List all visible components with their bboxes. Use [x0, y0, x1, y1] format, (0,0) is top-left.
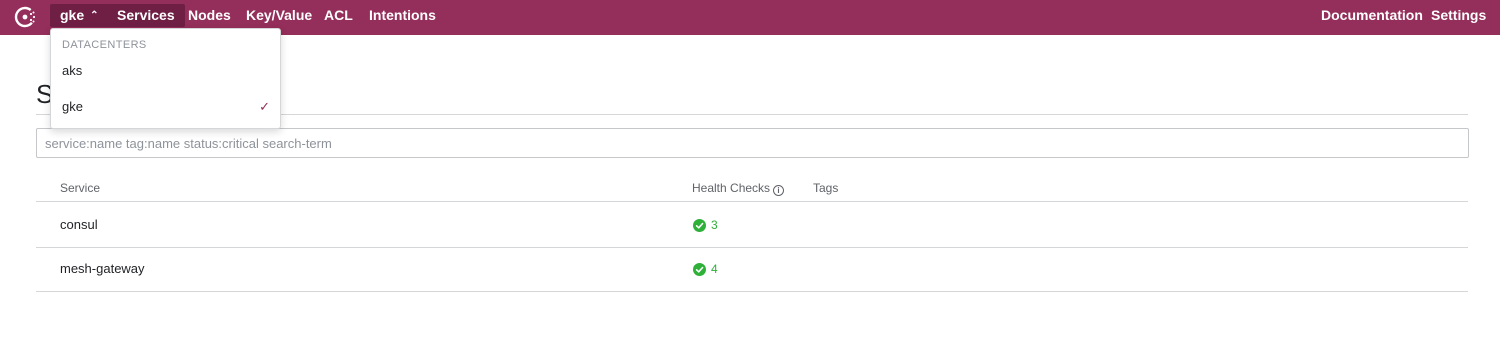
column-header-health-label: Health Checks: [692, 181, 771, 195]
nav-item-acl[interactable]: ACL: [324, 4, 353, 27]
health-checks-count: 3: [711, 218, 718, 232]
nav-item-intentions[interactable]: Intentions: [369, 4, 436, 27]
table-row[interactable]: consul 3: [36, 204, 1468, 247]
datacenter-option-label: gke: [62, 99, 83, 114]
service-name[interactable]: consul: [60, 217, 98, 232]
nav-item-key-value[interactable]: Key/Value: [246, 4, 312, 27]
health-checks-count: 4: [711, 262, 718, 276]
column-header-tags[interactable]: Tags: [813, 181, 838, 195]
health-checks-passing: 3: [693, 218, 718, 232]
check-circle-icon: [693, 218, 706, 232]
datacenter-option-label: aks: [62, 63, 83, 78]
column-header-health-checks[interactable]: Health Checks i: [692, 181, 785, 196]
datacenter-dropdown-menu: DATACENTERS aks gke ✓: [50, 28, 281, 129]
check-circle-icon: [693, 262, 706, 276]
checkmark-icon: ✓: [259, 99, 270, 114]
datacenter-option-aks[interactable]: aks: [51, 57, 280, 85]
consul-logo-icon[interactable]: [14, 5, 38, 29]
nav-item-services[interactable]: Services: [107, 4, 185, 27]
datacenter-option-gke[interactable]: gke ✓: [51, 93, 280, 121]
service-search-input[interactable]: [36, 128, 1469, 158]
datacenter-selector-label: gke: [60, 7, 85, 23]
column-header-service[interactable]: Service: [60, 181, 100, 195]
service-name[interactable]: mesh-gateway: [60, 261, 145, 276]
nav-item-documentation[interactable]: Documentation: [1321, 4, 1423, 27]
row-divider: [36, 291, 1468, 292]
table-header-divider: [36, 201, 1468, 202]
nav-item-nodes[interactable]: Nodes: [188, 4, 231, 27]
chevron-up-icon: ⌃: [90, 10, 99, 21]
nav-item-settings[interactable]: Settings: [1431, 4, 1486, 27]
datacenter-selector-button[interactable]: gke ⌃: [50, 4, 109, 27]
info-icon[interactable]: i: [773, 185, 785, 196]
dropdown-section-header: DATACENTERS: [62, 39, 147, 51]
table-row[interactable]: mesh-gateway 4: [36, 248, 1468, 291]
health-checks-passing: 4: [693, 262, 718, 276]
